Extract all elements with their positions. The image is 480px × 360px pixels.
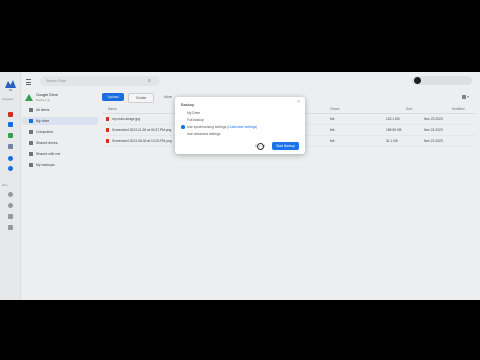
option-full-backup[interactable]: Full backup <box>181 117 299 123</box>
option-label: My Drive <box>187 110 201 115</box>
radio-button-selected[interactable] <box>181 125 185 129</box>
option-label: Use advanced settings <box>187 131 221 136</box>
option-advanced-settings[interactable]: Use advanced settings <box>181 131 299 137</box>
option-label: Full backup <box>187 117 204 122</box>
start-backup-button[interactable]: Start Backup <box>272 142 299 150</box>
close-icon[interactable]: × <box>297 100 300 105</box>
app-window: DS Navigation More Search Drive ≡ Google… <box>0 72 480 300</box>
customize-settings-link[interactable]: (Customize settings) <box>227 125 257 129</box>
mouse-cursor <box>257 143 264 150</box>
option-my-drive[interactable]: My Drive <box>181 110 299 116</box>
option-label-text: Use synchronizing settings <box>187 124 227 129</box>
backup-dialog: Backup × My Drive Full backup Use synchr… <box>175 97 305 154</box>
dialog-title: Backup <box>181 102 195 107</box>
option-label: Use synchronizing settings (Customize se… <box>187 125 257 129</box>
option-sync-settings[interactable]: Use synchronizing settings (Customize se… <box>181 124 299 130</box>
